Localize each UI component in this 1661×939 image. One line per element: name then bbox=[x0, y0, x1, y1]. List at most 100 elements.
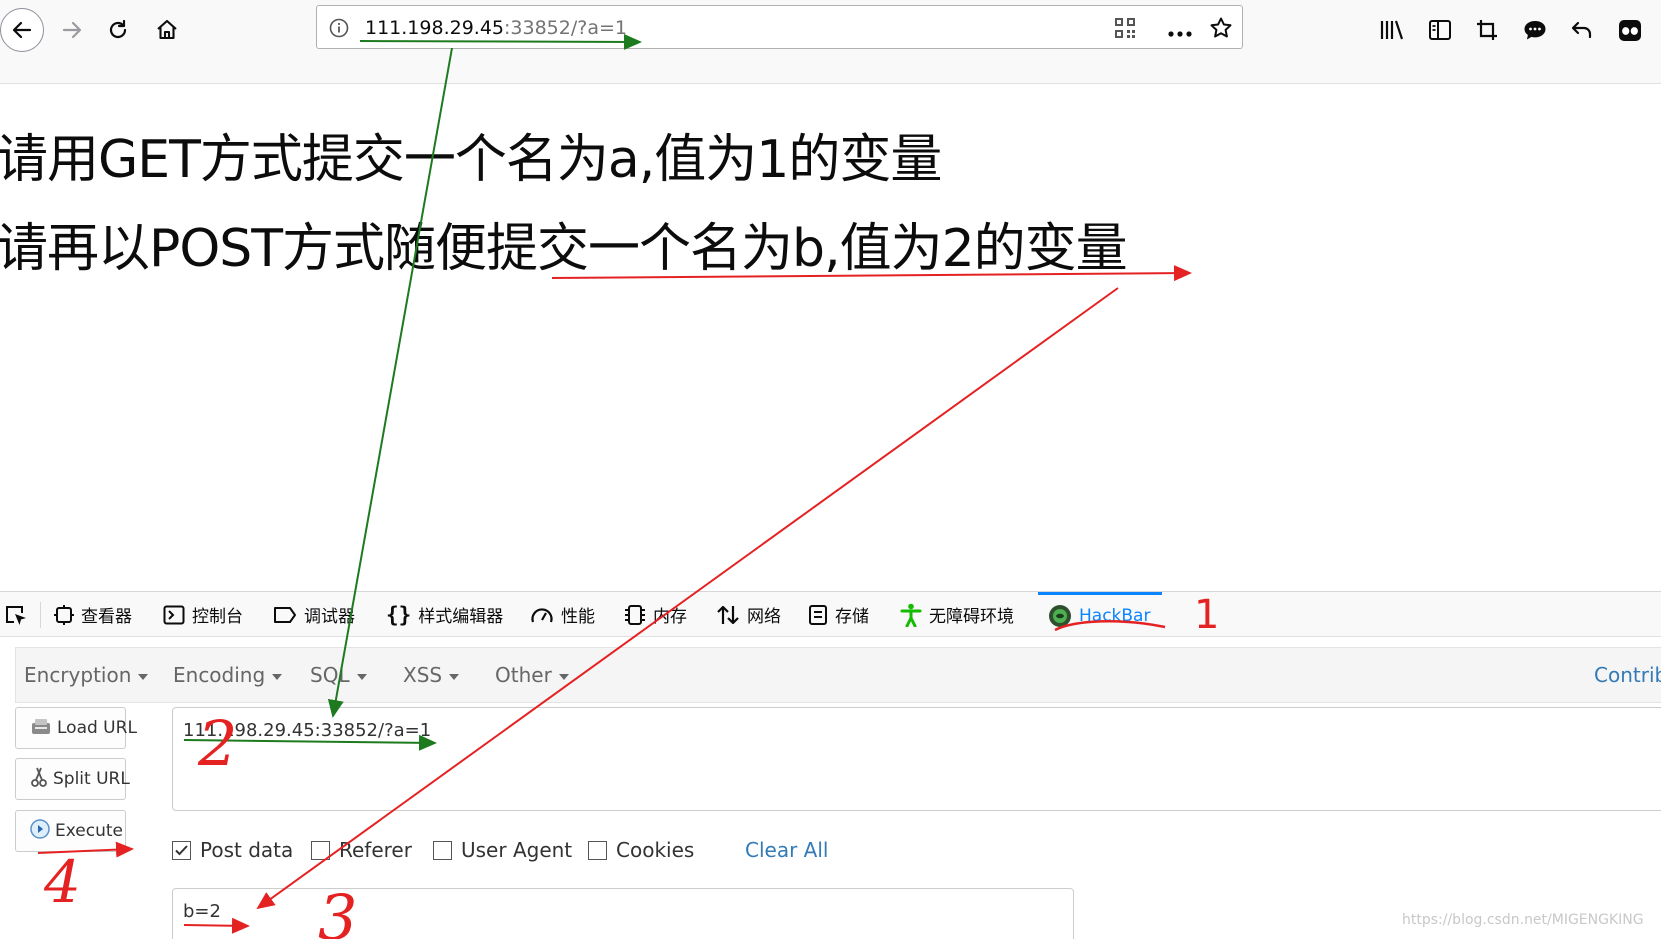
tab-hackbar[interactable]: HackBar bbox=[1038, 592, 1163, 637]
qr-code-icon[interactable] bbox=[1114, 17, 1136, 43]
button-label: Split URL bbox=[53, 769, 130, 789]
user-agent-option[interactable]: User Agent bbox=[433, 838, 572, 862]
tab-label: 存储 bbox=[835, 607, 869, 627]
tab-style-editor[interactable]: {} 样式编辑器 bbox=[386, 592, 503, 637]
load-url-button[interactable]: Load URL bbox=[15, 707, 137, 749]
tab-label: 样式编辑器 bbox=[418, 607, 504, 627]
sidebar-icon bbox=[1428, 19, 1452, 41]
browser-toolbar: 111.198.29.45:33852/?a=1 bbox=[0, 0, 1661, 84]
library-button[interactable] bbox=[1370, 8, 1414, 52]
execute-button[interactable]: Execute bbox=[15, 810, 126, 852]
post-data-option[interactable]: Post data bbox=[172, 838, 293, 862]
tab-label: 无障碍环境 bbox=[929, 607, 1014, 627]
contribute-link[interactable]: Contrib bbox=[1594, 663, 1661, 687]
menu-label: Encoding bbox=[173, 663, 266, 687]
info-icon[interactable] bbox=[329, 18, 349, 42]
tab-label: HackBar bbox=[1079, 606, 1151, 626]
user-agent-checkbox[interactable] bbox=[433, 840, 452, 860]
chat-bubble-icon bbox=[1522, 18, 1548, 42]
menu-encryption[interactable]: Encryption bbox=[24, 663, 149, 687]
caret-down-icon bbox=[356, 673, 367, 680]
tab-inspector[interactable]: 查看器 bbox=[54, 592, 132, 637]
more-dots-icon[interactable] bbox=[1167, 23, 1193, 42]
menu-sql[interactable]: SQL bbox=[310, 663, 367, 687]
reload-button[interactable] bbox=[96, 8, 140, 52]
post-data-textarea[interactable]: b=2 bbox=[172, 888, 1074, 939]
caret-down-icon bbox=[449, 673, 460, 680]
tab-label: 内存 bbox=[653, 607, 687, 627]
menu-other[interactable]: Other bbox=[495, 663, 569, 687]
network-arrows-icon bbox=[716, 604, 740, 626]
menu-label: Encryption bbox=[24, 663, 132, 687]
tab-storage[interactable]: 存储 bbox=[808, 592, 869, 637]
account-button[interactable] bbox=[1608, 8, 1652, 52]
tab-console[interactable]: 控制台 bbox=[163, 592, 243, 637]
tab-label: 调试器 bbox=[304, 607, 355, 627]
post-data-checkbox[interactable] bbox=[172, 840, 191, 860]
forward-button[interactable] bbox=[50, 8, 94, 52]
referer-checkbox[interactable] bbox=[311, 840, 330, 860]
cookies-option[interactable]: Cookies bbox=[588, 838, 694, 862]
braces-icon: {} bbox=[386, 602, 412, 627]
screenshot-button[interactable] bbox=[1465, 8, 1509, 52]
menu-label: SQL bbox=[310, 663, 350, 687]
caret-down-icon bbox=[272, 673, 283, 680]
back-button[interactable] bbox=[0, 8, 44, 52]
tab-label: 网络 bbox=[747, 607, 781, 627]
button-label: Load URL bbox=[57, 718, 137, 738]
gauge-icon bbox=[530, 605, 554, 625]
inspector-icon bbox=[54, 604, 74, 625]
console-icon bbox=[163, 605, 185, 625]
reload-icon bbox=[106, 18, 130, 42]
scissors-icon bbox=[30, 766, 48, 793]
button-label: Execute bbox=[55, 821, 123, 841]
url-text[interactable]: 111.198.29.45:33852/?a=1 bbox=[365, 17, 627, 39]
arrow-right-icon bbox=[60, 18, 84, 42]
bookmark-star-icon[interactable] bbox=[1209, 16, 1233, 44]
home-icon bbox=[155, 18, 179, 42]
caret-down-icon bbox=[138, 673, 149, 680]
tab-label: 性能 bbox=[561, 607, 595, 627]
storage-icon bbox=[808, 604, 828, 626]
hackbar-menu-bar: Encryption Encoding SQL XSS Other Contri… bbox=[15, 647, 1661, 703]
mask-icon bbox=[1617, 17, 1643, 43]
crop-icon bbox=[1475, 18, 1499, 42]
url-host: 111.198.29.45 bbox=[365, 17, 505, 39]
challenge-post-instruction: 请再以POST方式随便提交一个名为b,值为2的变量 bbox=[0, 219, 1128, 279]
element-picker-icon[interactable] bbox=[4, 604, 28, 630]
address-bar[interactable]: 111.198.29.45:33852/?a=1 bbox=[316, 5, 1243, 49]
hackbar-logo-icon bbox=[1048, 604, 1072, 628]
home-button[interactable] bbox=[145, 8, 189, 52]
menu-xss[interactable]: XSS bbox=[403, 663, 460, 687]
menu-label: XSS bbox=[403, 663, 443, 687]
undo-icon bbox=[1570, 18, 1594, 42]
tab-network[interactable]: 网络 bbox=[716, 592, 781, 637]
tab-label: 查看器 bbox=[81, 607, 132, 627]
tab-accessibility[interactable]: 无障碍环境 bbox=[900, 592, 1014, 637]
referer-option[interactable]: Referer bbox=[311, 838, 412, 862]
sidebar-button[interactable] bbox=[1418, 8, 1462, 52]
load-url-icon bbox=[30, 716, 52, 741]
menu-label: Other bbox=[495, 663, 552, 687]
play-circle-icon bbox=[30, 818, 50, 844]
url-textarea[interactable]: 111.198.29.45:33852/?a=1 bbox=[172, 707, 1661, 811]
clear-all-link[interactable]: Clear All bbox=[745, 838, 828, 862]
split-url-button[interactable]: Split URL bbox=[15, 758, 130, 800]
accessibility-icon bbox=[900, 603, 922, 627]
chat-button[interactable] bbox=[1513, 8, 1557, 52]
url-path: :33852/?a=1 bbox=[504, 17, 627, 39]
menu-encoding[interactable]: Encoding bbox=[173, 663, 283, 687]
caret-down-icon bbox=[558, 673, 569, 680]
watermark: https://blog.csdn.net/MIGENGKING bbox=[1402, 912, 1644, 928]
challenge-get-instruction: 请用GET方式提交一个名为a,值为1的变量 bbox=[0, 130, 942, 190]
tab-label: 控制台 bbox=[192, 607, 243, 627]
tab-performance[interactable]: 性能 bbox=[530, 592, 595, 637]
tab-separator bbox=[40, 602, 41, 628]
option-label: Cookies bbox=[616, 838, 695, 862]
arrow-left-icon bbox=[10, 18, 34, 42]
tab-debugger[interactable]: 调试器 bbox=[273, 592, 355, 637]
tab-memory[interactable]: 内存 bbox=[624, 592, 687, 637]
browser-window: 111.198.29.45:33852/?a=1 请用GET方式提交一个名为a,… bbox=[0, 0, 1661, 939]
cookies-checkbox[interactable] bbox=[588, 840, 607, 860]
undo-button[interactable] bbox=[1560, 8, 1604, 52]
